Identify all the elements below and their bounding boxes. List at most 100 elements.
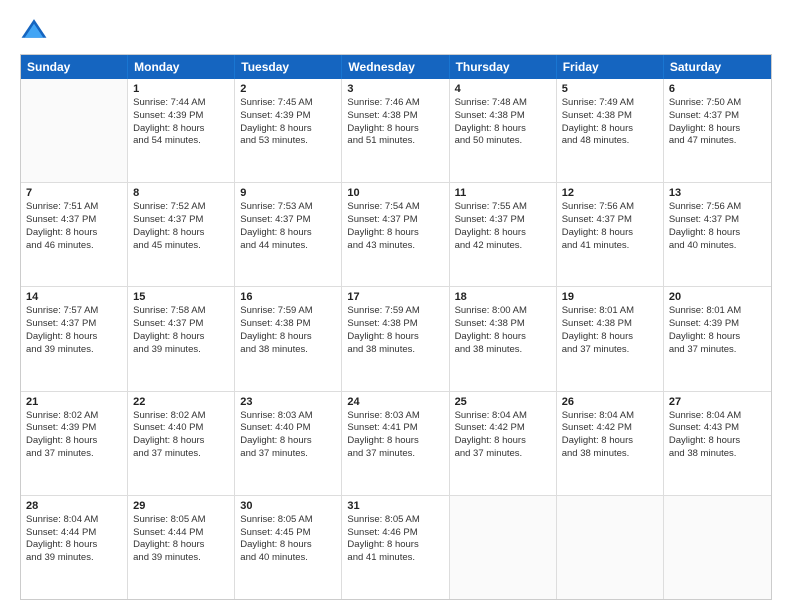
logo-icon [20, 16, 48, 44]
day-number: 24 [347, 396, 443, 408]
day-number: 8 [133, 187, 229, 199]
daylight-text: Daylight: 8 hours [562, 227, 658, 240]
day-cell-11: 11Sunrise: 7:55 AMSunset: 4:37 PMDayligh… [450, 183, 557, 286]
sunrise-text: Sunrise: 8:04 AM [26, 514, 122, 527]
calendar-row-4: 21Sunrise: 8:02 AMSunset: 4:39 PMDayligh… [21, 392, 771, 496]
sunrise-text: Sunrise: 7:54 AM [347, 201, 443, 214]
minutes-text: and 41 minutes. [562, 240, 658, 253]
day-cell-21: 21Sunrise: 8:02 AMSunset: 4:39 PMDayligh… [21, 392, 128, 495]
day-cell-13: 13Sunrise: 7:56 AMSunset: 4:37 PMDayligh… [664, 183, 771, 286]
day-number: 27 [669, 396, 766, 408]
header-day-wednesday: Wednesday [342, 55, 449, 79]
minutes-text: and 39 minutes. [133, 344, 229, 357]
empty-cell [557, 496, 664, 599]
daylight-text: Daylight: 8 hours [669, 331, 766, 344]
day-number: 20 [669, 291, 766, 303]
minutes-text: and 40 minutes. [240, 552, 336, 565]
daylight-text: Daylight: 8 hours [240, 331, 336, 344]
sunrise-text: Sunrise: 7:52 AM [133, 201, 229, 214]
daylight-text: Daylight: 8 hours [347, 435, 443, 448]
day-cell-22: 22Sunrise: 8:02 AMSunset: 4:40 PMDayligh… [128, 392, 235, 495]
minutes-text: and 38 minutes. [669, 448, 766, 461]
minutes-text: and 42 minutes. [455, 240, 551, 253]
sunrise-text: Sunrise: 7:53 AM [240, 201, 336, 214]
day-number: 21 [26, 396, 122, 408]
sunset-text: Sunset: 4:37 PM [26, 214, 122, 227]
empty-cell [21, 79, 128, 182]
header-day-tuesday: Tuesday [235, 55, 342, 79]
sunrise-text: Sunrise: 7:55 AM [455, 201, 551, 214]
minutes-text: and 39 minutes. [133, 552, 229, 565]
daylight-text: Daylight: 8 hours [26, 227, 122, 240]
day-number: 31 [347, 500, 443, 512]
sunrise-text: Sunrise: 7:59 AM [347, 305, 443, 318]
sunrise-text: Sunrise: 8:03 AM [240, 410, 336, 423]
sunrise-text: Sunrise: 8:05 AM [240, 514, 336, 527]
daylight-text: Daylight: 8 hours [240, 435, 336, 448]
calendar-body: 1Sunrise: 7:44 AMSunset: 4:39 PMDaylight… [21, 79, 771, 599]
daylight-text: Daylight: 8 hours [133, 539, 229, 552]
daylight-text: Daylight: 8 hours [455, 123, 551, 136]
sunrise-text: Sunrise: 8:00 AM [455, 305, 551, 318]
calendar-row-5: 28 Sunrise: 8:04 AM Sunset: 4:44 PMDayligh… [21, 496, 771, 599]
minutes-text: and 37 minutes. [240, 448, 336, 461]
sunset-text: Sunset: 4:37 PM [240, 214, 336, 227]
minutes-text: and 44 minutes. [240, 240, 336, 253]
sunrise-text: Sunrise: 7:56 AM [562, 201, 658, 214]
daylight-text: Daylight: 8 hours [240, 123, 336, 136]
daylight-text: Daylight: 8 hours [562, 331, 658, 344]
day-cell-27: 27Sunrise: 8:04 AMSunset: 4:43 PMDayligh… [664, 392, 771, 495]
day-number: 23 [240, 396, 336, 408]
day-cell-14: 14Sunrise: 7:57 AMSunset: 4:37 PMDayligh… [21, 287, 128, 390]
day-number: 5 [562, 83, 658, 95]
day-cell-7: 7Sunrise: 7:51 AMSunset: 4:37 PMDaylight… [21, 183, 128, 286]
sunset-text: Sunset: 4:37 PM [669, 214, 766, 227]
day-cell-16: 16Sunrise: 7:59 AMSunset: 4:38 PMDayligh… [235, 287, 342, 390]
day-cell-30: 30Sunrise: 8:05 AMSunset: 4:45 PMDayligh… [235, 496, 342, 599]
page-header [20, 16, 772, 44]
minutes-text: and 41 minutes. [347, 552, 443, 565]
daylight-text: Daylight: 8 hours [455, 227, 551, 240]
day-cell-9: 9 Sunrise: 7:53 AMSunset: 4:37 PMDaylight… [235, 183, 342, 286]
day-number: 26 [562, 396, 658, 408]
header-day-sunday: Sunday [21, 55, 128, 79]
sunset-text: Sunset: 4:38 PM [240, 318, 336, 331]
sunset-text: Sunset: 4:38 PM [347, 110, 443, 123]
sunrise-text: Sunrise: 7:59 AM [240, 305, 336, 318]
day-cell-3: 3Sunrise: 7:46 AMSunset: 4:38 PMDaylight… [342, 79, 449, 182]
daylight-text: Daylight: 8 hours [240, 227, 336, 240]
day-number: 29 [133, 500, 229, 512]
day-cell-12: 12Sunrise: 7:56 AMSunset: 4:37 PMDayligh… [557, 183, 664, 286]
calendar: SundayMondayTuesdayWednesdayThursdayFrid… [20, 54, 772, 600]
sunset-text: Sunset: 4:40 PM [240, 422, 336, 435]
sunset-text: Sunset: 4:45 PM [240, 527, 336, 540]
day-number: 28 [26, 500, 122, 512]
minutes-text: and 37 minutes. [669, 344, 766, 357]
logo [20, 16, 52, 44]
day-number: 6 [669, 83, 766, 95]
daylight-text: Daylight: 8 hours [669, 123, 766, 136]
day-number: 9 [240, 187, 336, 199]
day-cell-17: 17Sunrise: 7:59 AMSunset: 4:38 PMDayligh… [342, 287, 449, 390]
sunrise-text: Sunrise: 8:01 AM [562, 305, 658, 318]
minutes-text: and 38 minutes. [455, 344, 551, 357]
minutes-text: and 39 minutes. [26, 344, 122, 357]
day-number: 15 [133, 291, 229, 303]
day-number: 18 [455, 291, 551, 303]
daylight-text: Daylight: 8 hours [562, 435, 658, 448]
sunset-text: Sunset: 4:42 PM [455, 422, 551, 435]
daylight-text: Daylight: 8 hours [455, 331, 551, 344]
sunrise-text: Sunrise: 8:02 AM [133, 410, 229, 423]
day-cell-24: 24Sunrise: 8:03 AMSunset: 4:41 PMDayligh… [342, 392, 449, 495]
day-cell-18: 18Sunrise: 8:00 AMSunset: 4:38 PMDayligh… [450, 287, 557, 390]
day-cell-1: 1Sunrise: 7:44 AMSunset: 4:39 PMDaylight… [128, 79, 235, 182]
sunset-text: Sunset: 4:44 PM [133, 527, 229, 540]
minutes-text: and 40 minutes. [669, 240, 766, 253]
daylight-text: Daylight: 8 hours [347, 331, 443, 344]
daylight-text: Daylight: 8 hours [669, 227, 766, 240]
day-cell-28: 28Sunrise: 8:04 AMSunset: 4:44 PMDayligh… [21, 496, 128, 599]
sunrise-text: Sunrise: 8:01 AM [669, 305, 766, 318]
day-number: 11 [455, 187, 551, 199]
day-cell-19: 19Sunrise: 8:01 AMSunset: 4:38 PMDayligh… [557, 287, 664, 390]
minutes-text: and 54 minutes. [133, 135, 229, 148]
